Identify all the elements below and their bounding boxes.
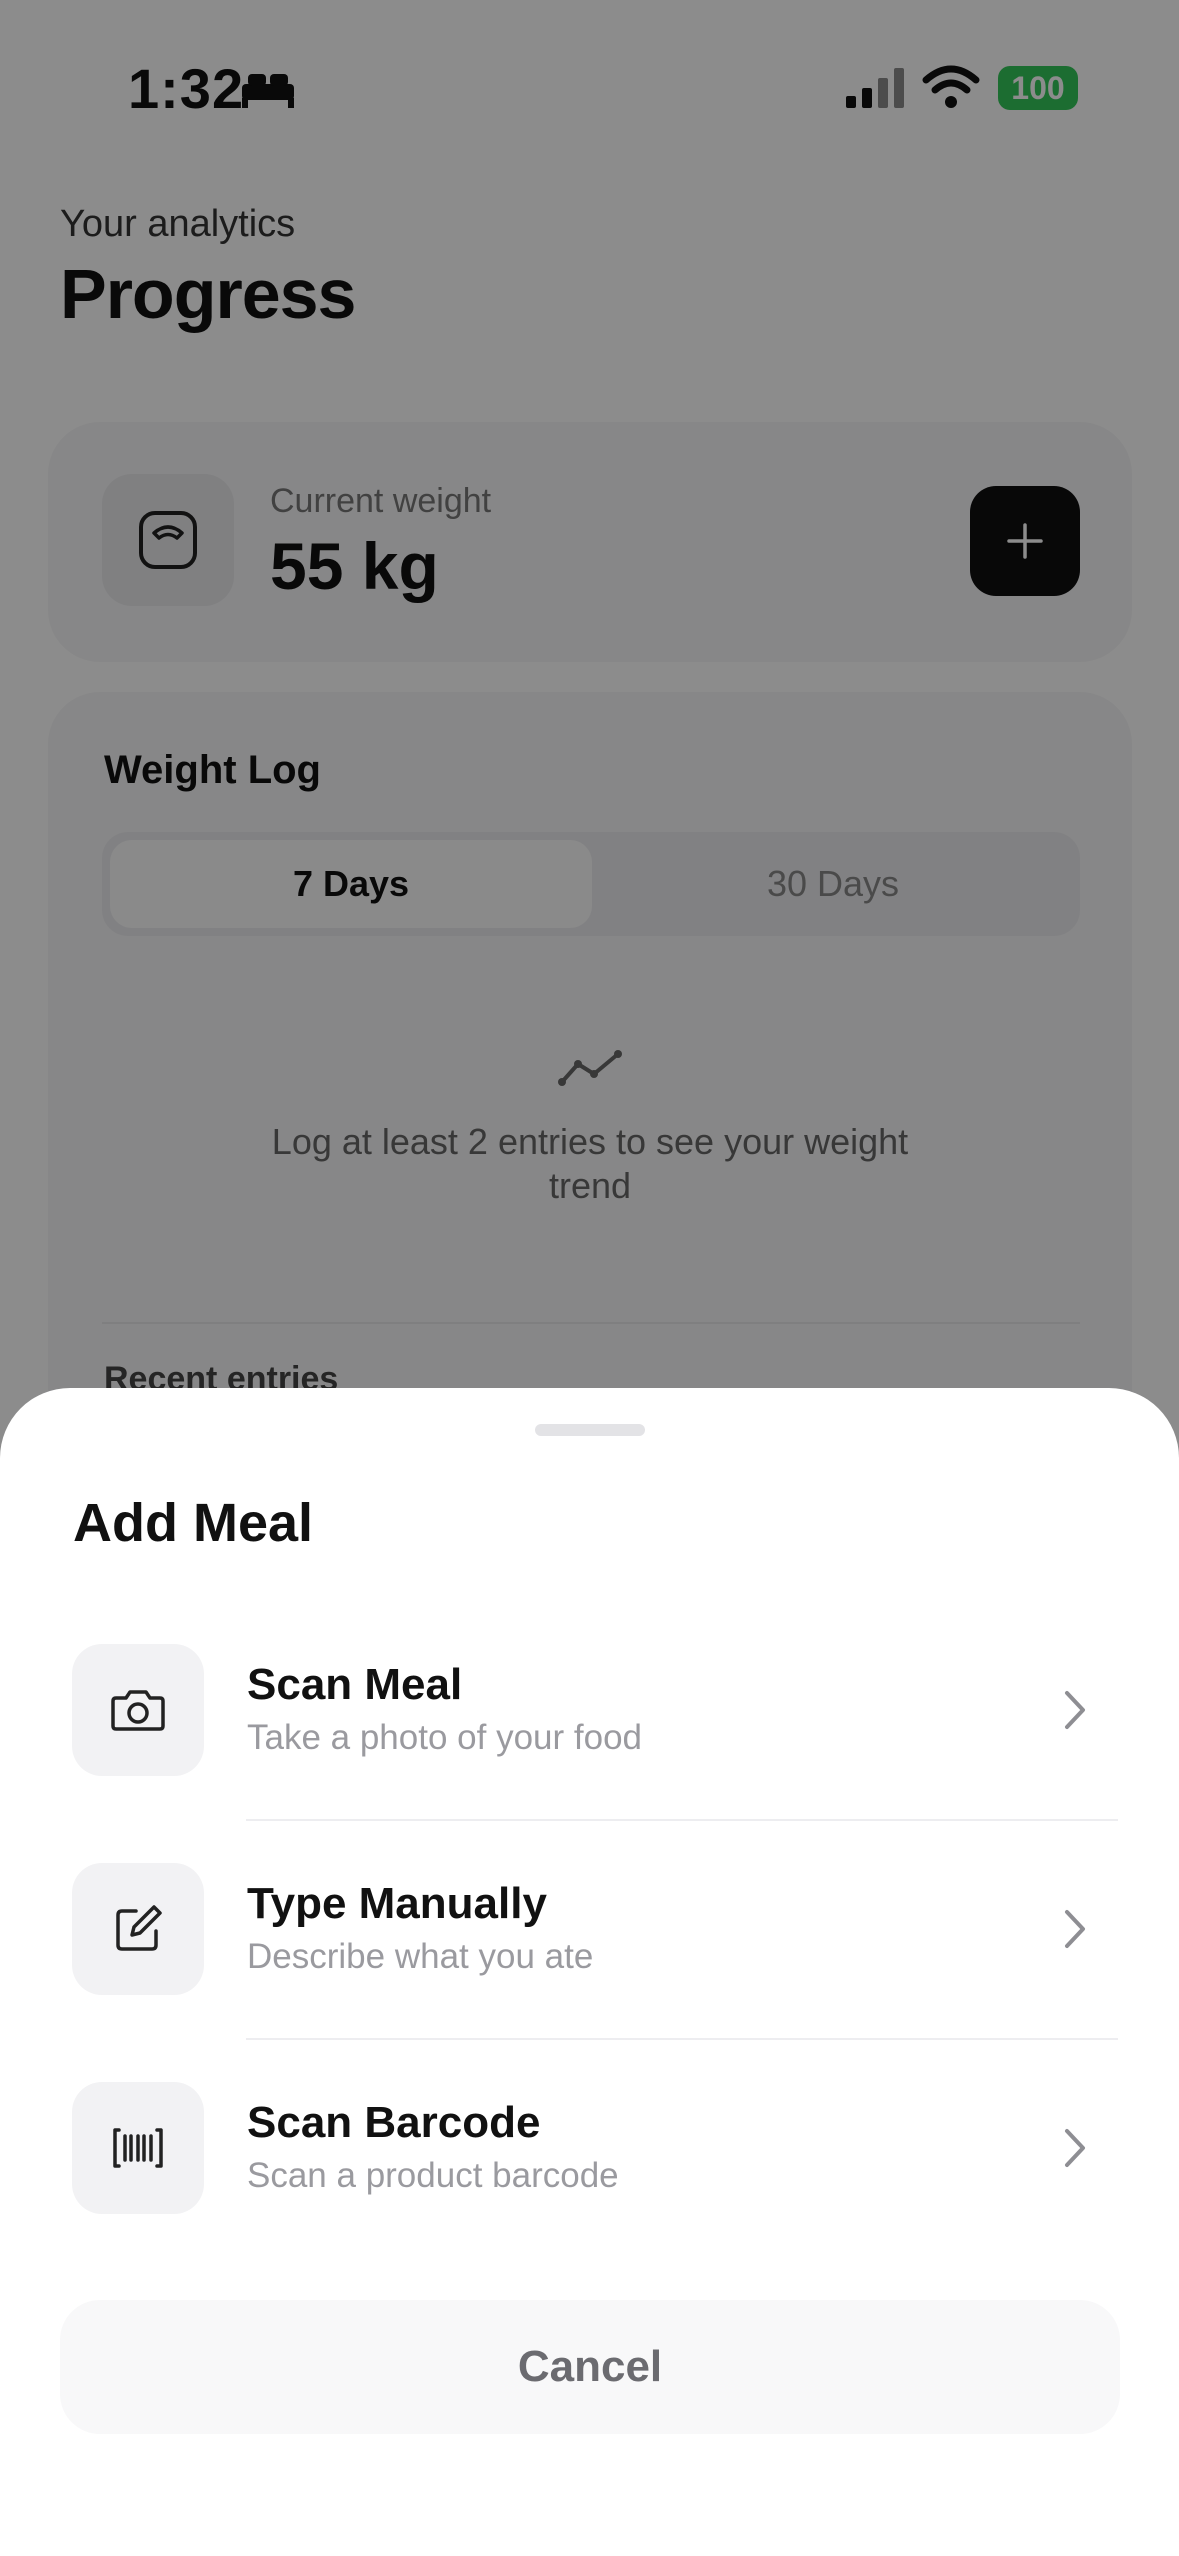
sheet-title: Add Meal bbox=[73, 1493, 314, 1553]
option-title: Scan Barcode bbox=[247, 2098, 541, 2147]
scan-barcode-option[interactable]: Scan Barcode Scan a product barcode bbox=[72, 2082, 1118, 2214]
chevron-right-icon bbox=[1065, 1910, 1085, 1948]
option-icon-box bbox=[72, 2082, 204, 2214]
divider bbox=[246, 1819, 1118, 1821]
sheet-grabber[interactable] bbox=[535, 1424, 645, 1436]
option-subtitle: Scan a product barcode bbox=[247, 2156, 619, 2195]
option-title: Type Manually bbox=[247, 1879, 547, 1928]
option-icon-box bbox=[72, 1644, 204, 1776]
option-subtitle: Describe what you ate bbox=[247, 1937, 594, 1976]
cancel-button[interactable]: Cancel bbox=[60, 2300, 1120, 2434]
option-icon-box bbox=[72, 1863, 204, 1995]
barcode-icon bbox=[113, 2128, 163, 2168]
add-meal-sheet: Add Meal Scan Meal Take a photo of your … bbox=[0, 1388, 1179, 2556]
screen: 1:32 100 Your analytics Progress Current… bbox=[0, 0, 1179, 2556]
edit-icon bbox=[116, 1905, 162, 1951]
type-manually-option[interactable]: Type Manually Describe what you ate bbox=[72, 1863, 1118, 1995]
chevron-right-icon bbox=[1065, 2129, 1085, 2167]
option-title: Scan Meal bbox=[247, 1660, 463, 1709]
option-subtitle: Take a photo of your food bbox=[247, 1718, 642, 1757]
chevron-right-icon bbox=[1065, 1691, 1085, 1729]
scan-meal-option[interactable]: Scan Meal Take a photo of your food bbox=[72, 1644, 1118, 1776]
divider bbox=[246, 2038, 1118, 2040]
camera-icon bbox=[111, 1690, 165, 1731]
